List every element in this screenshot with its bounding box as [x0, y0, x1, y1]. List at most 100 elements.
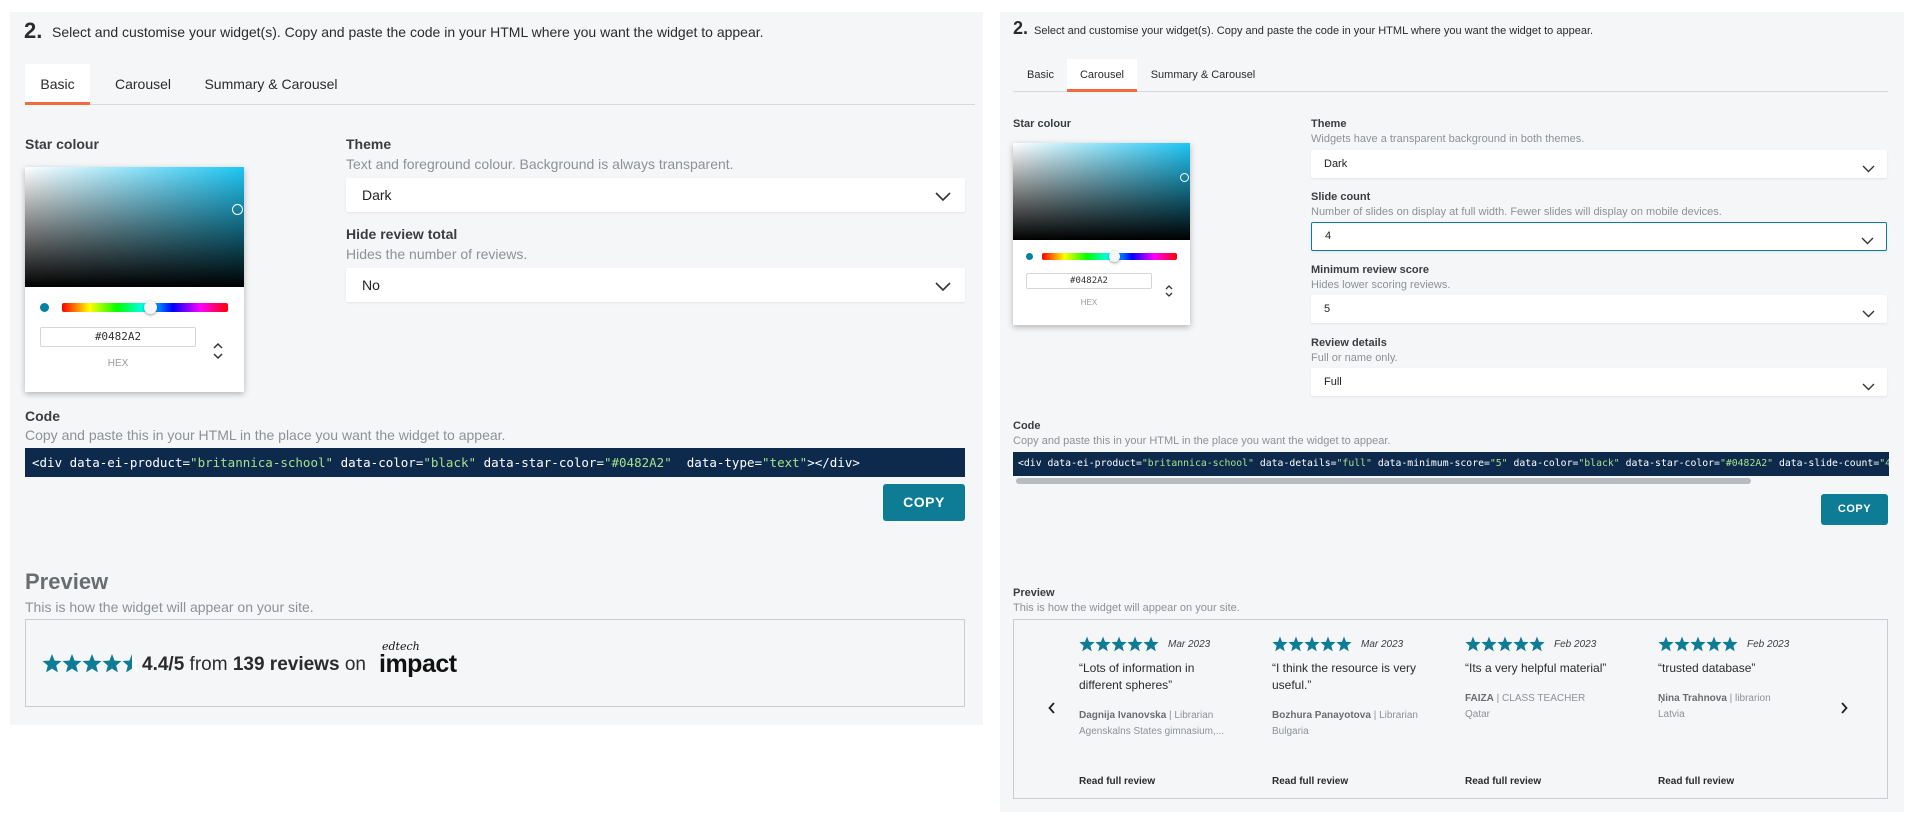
edtech-impact-logo[interactable]: edtech impact [379, 640, 459, 690]
reviewer-info: FAIZA | CLASS TEACHER Qatar [1465, 691, 1585, 723]
chevron-right-icon[interactable] [1840, 702, 1848, 717]
saturation-handle[interactable] [232, 204, 243, 215]
hex-input[interactable]: #0482A2 [1026, 273, 1152, 289]
preview-title: Preview [1013, 587, 1055, 599]
hide-total-select[interactable]: No [346, 268, 965, 302]
code-snippet[interactable]: <div data-ei-product="britannica-school"… [1013, 452, 1889, 476]
copy-button[interactable]: COPY [1821, 494, 1888, 525]
hex-input[interactable]: #0482A2 [40, 327, 196, 347]
theme-select[interactable]: Dark [346, 178, 965, 212]
code-token: "black" [423, 455, 477, 470]
code-token: data-type= [671, 455, 763, 470]
code-scrollbar[interactable] [1016, 478, 1751, 484]
tab-label: Carousel [1079, 69, 1125, 81]
chevron-down-icon [1862, 160, 1875, 178]
review-card: Feb 2023 “trusted database” Ņina Trahnov… [1658, 636, 1838, 796]
star-colour-label: Star colour [1013, 118, 1072, 130]
reviewer-info: Ņina Trahnova | librarion Latvia [1658, 691, 1771, 723]
theme-select[interactable]: Dark [1311, 150, 1887, 178]
review-details-value: Full [1324, 376, 1342, 388]
review-date: Feb 2023 [1747, 639, 1790, 650]
saturation-handle[interactable] [1180, 173, 1189, 182]
up-down-icon[interactable] [213, 341, 223, 361]
up-down-icon[interactable] [1165, 283, 1173, 299]
tab-carousel[interactable]: Carousel [103, 64, 183, 104]
tabs-divider [25, 104, 975, 105]
review-quote: “I think the resource is very useful.” [1272, 660, 1416, 694]
reviewer-name: Dagnija Ivanovska [1079, 710, 1167, 721]
code-label: Code [1013, 420, 1041, 432]
read-full-review-link[interactable]: Read full review [1079, 776, 1155, 787]
reviewer-name: FAIZA [1465, 693, 1494, 704]
reviewer-name: Bozhura Panayotova [1272, 710, 1371, 721]
reviewer-role: | CLASS TEACHER [1493, 693, 1586, 704]
code-label: Code [25, 408, 60, 424]
hue-handle[interactable] [1109, 251, 1120, 262]
read-full-review-link[interactable]: Read full review [1465, 776, 1541, 787]
slide-count-label: Slide count [1311, 191, 1371, 203]
half-star-icon [122, 654, 142, 673]
tab-carousel[interactable]: Carousel [1067, 59, 1137, 92]
reviewer-role: | librarion [1726, 693, 1771, 704]
read-full-review-link[interactable]: Read full review [1272, 776, 1348, 787]
slide-count-select[interactable]: 4 [1311, 222, 1887, 251]
quote-line: “Its a very helpful material” [1465, 661, 1607, 675]
review-quote: “Its a very helpful material” [1465, 660, 1606, 677]
saturation-area[interactable] [1013, 143, 1190, 240]
color-picker[interactable]: #0482A2 HEX [25, 167, 244, 392]
preview-description: This is how the widget will appear on yo… [1013, 602, 1240, 614]
copy-button[interactable]: COPY [883, 484, 965, 521]
review-carousel: Mar 2023 “Lots of information in differen… [1013, 619, 1888, 799]
min-score-select[interactable]: 5 [1311, 295, 1887, 323]
star-icon [82, 654, 102, 673]
tabs-divider [1013, 91, 1888, 92]
reviewer-place: Bulgaria [1272, 726, 1309, 737]
color-picker[interactable]: #0482A2 HEX [1013, 143, 1190, 325]
tab-basic[interactable]: Basic [25, 64, 90, 105]
code-snippet[interactable]: <div data-ei-product="britannica-school"… [25, 448, 965, 477]
theme-value: Dark [1324, 158, 1348, 170]
quote-line: useful.” [1272, 677, 1312, 692]
code-token: "britannica-school" [190, 455, 334, 470]
chevron-down-icon [1862, 378, 1875, 396]
review-date: Feb 2023 [1554, 639, 1597, 650]
theme-label: Theme [346, 136, 392, 152]
code-token: data-color= [333, 455, 424, 470]
tab-summary-carousel[interactable]: Summary & Carousel [191, 64, 351, 104]
reviewer-role: | Librarian [1166, 710, 1214, 721]
code-description: Copy and paste this in your HTML in the … [1013, 435, 1391, 447]
min-score-label: Minimum review score [1311, 264, 1429, 276]
review-details-description: Full or name only. [1311, 352, 1398, 364]
hex-label: HEX [107, 358, 129, 369]
color-swatch [1026, 253, 1033, 260]
read-full-review-link[interactable]: Read full review [1658, 776, 1734, 787]
review-card: Mar 2023 “I think the resource is very us… [1272, 636, 1452, 796]
step-number: 2. [1013, 18, 1029, 38]
review-details-select[interactable]: Full [1311, 368, 1887, 396]
step-number: 2. [24, 18, 43, 43]
quote-line: different spheres” [1079, 677, 1173, 692]
preview-widget: 4.4/5 from 139 reviews on edtech impact [25, 619, 965, 707]
tab-summary-carousel[interactable]: Summary & Carousel [1143, 59, 1263, 91]
color-swatch [40, 303, 49, 312]
quote-line: “I think the resource is very [1272, 661, 1417, 675]
review-details-label: Review details [1311, 337, 1387, 349]
code-token: <div data-ei-product= [32, 455, 191, 470]
code-token: "4" [1879, 458, 1889, 469]
reviewer-info: Dagnija Ivanovska | Librarian Agenskalns … [1079, 708, 1224, 740]
tab-basic[interactable]: Basic [1013, 59, 1068, 91]
step-instructions: Select and customise your widget(s). Cop… [1034, 25, 1594, 37]
logo-big-text: impact [379, 650, 457, 678]
code-token: "#0482A2" [1719, 458, 1774, 469]
theme-label: Theme [1311, 118, 1347, 130]
quote-line: “Lots of information in [1079, 661, 1195, 675]
saturation-area[interactable] [25, 167, 244, 287]
chevron-down-icon [1861, 232, 1874, 250]
star-rating [1658, 636, 1738, 652]
basic-widget-panel: 2. Select and customise your widget(s). … [10, 12, 983, 725]
chevron-left-icon[interactable] [1048, 702, 1056, 717]
star-rating [42, 653, 142, 677]
hue-handle[interactable] [144, 301, 157, 314]
hex-label: HEX [1080, 298, 1098, 307]
step-instructions: Select and customise your widget(s). Cop… [52, 24, 764, 40]
